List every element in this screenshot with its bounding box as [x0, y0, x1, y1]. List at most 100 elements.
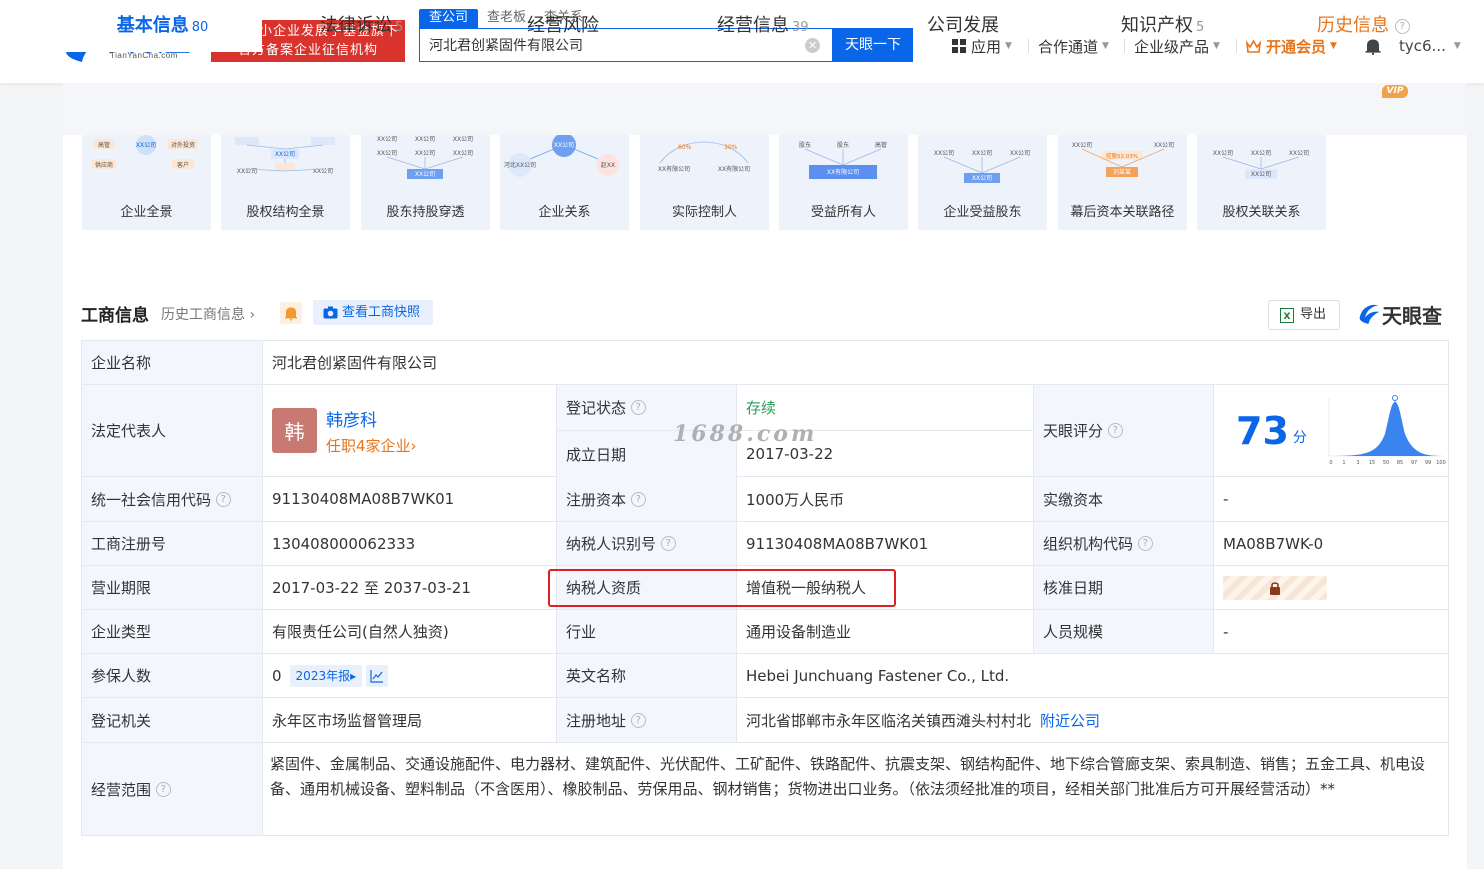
card8-text: 刘某某	[1113, 168, 1131, 176]
score-distribution-chart: 0 1 3 15 50 85 97 99 100	[1328, 394, 1446, 466]
score-tick: 1	[1342, 460, 1345, 466]
value-paid-capital: -	[1213, 477, 1448, 521]
help-icon[interactable]: ?	[215, 491, 231, 507]
card3-text: XX公司	[415, 171, 435, 178]
beneficiary-diagram-icon: 股东 股东 高管 XX有限公司	[799, 141, 887, 179]
tab-ip[interactable]: 知识产权 5	[1121, 0, 1204, 52]
history-link[interactable]: 历史工商信息 ›	[161, 304, 255, 324]
tab-label: 公司发展	[927, 15, 999, 36]
help-icon[interactable]: ?	[630, 491, 646, 507]
label-reg-capital-text: 注册资本	[566, 490, 627, 509]
help-icon[interactable]: ?	[1107, 423, 1123, 438]
score-tick: 85	[1397, 460, 1403, 466]
value-insured: 0	[272, 666, 282, 685]
help-icon[interactable]: ?	[155, 781, 171, 797]
label-authority: 登记机关	[82, 698, 262, 742]
legal-rep-jobs-link[interactable]: 任职4家企业›	[326, 435, 417, 456]
score-unit: 分	[1292, 429, 1307, 446]
legal-rep-name[interactable]: 韩彦科	[326, 406, 417, 431]
caret-right-icon: ▸	[350, 668, 357, 683]
equity-structure-diagram-icon: XX公司 XX公司 XX公司	[235, 137, 335, 175]
excel-icon: X	[1280, 308, 1294, 323]
label-type: 企业类型	[82, 610, 262, 653]
annual-report-label: 2023年报	[295, 668, 351, 683]
search-tab-company[interactable]: 查公司	[419, 9, 479, 29]
table-row: 企业类型 有限责任公司(自然人独资) 行业 通用设备制造业 人员规模 -	[82, 610, 1448, 654]
card-label: 股东持股穿透	[386, 205, 465, 220]
vip-badge: VIP	[1382, 85, 1408, 98]
score-value: 73	[1236, 408, 1289, 453]
chevron-down-icon: ▼	[1102, 41, 1109, 51]
card-capital-path[interactable]: XX公司 XX公司 控股52.03% 刘某某 幕后资本关联路径	[1058, 135, 1187, 230]
nav-channel[interactable]: 合作通道 ▼	[1038, 35, 1109, 57]
tab-basic-info[interactable]: 基本信息 80	[63, 0, 262, 52]
history-link-label: 历史工商信息	[161, 307, 245, 323]
value-reg-capital: 1000万人民币	[736, 477, 1033, 521]
card-panorama[interactable]: 高管 XX公司 对外投资 供应商 客户 企业全景	[82, 135, 211, 230]
value-scope: 紧固件、金属制品、交通设施配件、电力器材、建筑配件、光伏配件、工矿配件、铁路配件…	[270, 755, 1426, 798]
snapshot-button[interactable]: 查看工商快照	[313, 300, 433, 325]
shareholding-diagram-icon: XX公司 XX公司 XX公司 XX公司 XX公司 XX公司 XX公司	[377, 136, 473, 179]
chevron-down-icon: ▼	[1213, 41, 1220, 51]
value-type: 有限责任公司(自然人独资)	[262, 610, 556, 653]
value-term: 2017-03-22 至 2037-03-21	[262, 566, 556, 609]
section-title: 工商信息	[81, 306, 149, 326]
tab-development[interactable]: 公司发展	[927, 0, 999, 52]
tab-operation[interactable]: 经营信息 39	[717, 0, 809, 52]
lock-icon	[1270, 581, 1280, 595]
brand-text: 天眼查	[1382, 304, 1442, 328]
label-address: 注册地址 ?	[556, 698, 736, 742]
card-label: 股权关联关系	[1222, 205, 1301, 220]
card-controller[interactable]: 60% 30% XX有限公司 XX有限公司 实际控制人	[640, 135, 769, 230]
label-reg-capital: 注册资本 ?	[556, 477, 736, 521]
value-authority: 永年区市场监督管理局	[262, 698, 556, 742]
card9-text: XX公司	[1213, 150, 1233, 157]
beneficial-shareholder-diagram-icon: XX公司 XX公司 XX公司 XX公司	[934, 150, 1030, 183]
export-button[interactable]: X 导出	[1268, 300, 1340, 330]
card-equity-structure[interactable]: XX公司 XX公司 XX公司 股权结构全景	[221, 135, 350, 230]
score-tick: 50	[1383, 460, 1389, 466]
card3-text: XX公司	[453, 150, 473, 157]
tab-history[interactable]: 历史信息 ?	[1317, 0, 1410, 52]
help-icon[interactable]: ?	[630, 400, 646, 415]
avatar[interactable]: 韩	[272, 408, 317, 453]
locked-value[interactable]	[1223, 575, 1327, 600]
score-tick: 99	[1425, 460, 1431, 466]
tab-label: 经营风险	[527, 15, 599, 36]
label-company-name: 企业名称	[82, 341, 262, 384]
table-row: 企业名称 河北君创紧固件有限公司	[82, 341, 1448, 385]
help-icon[interactable]: ?	[1137, 536, 1153, 551]
card6-text: 股东	[837, 141, 849, 149]
card5-text: 60%	[678, 144, 692, 151]
value-credit-code: 91130408MA08B7WK01	[262, 477, 556, 521]
monitor-bell-button[interactable]	[280, 302, 302, 324]
card-equity-relation[interactable]: XX公司 XX公司 XX公司 XX公司 股权关联关系	[1197, 135, 1326, 230]
tab-label: 历史信息	[1317, 15, 1389, 36]
label-scope-text: 经营范围	[91, 780, 152, 799]
search-button[interactable]: 天眼一下	[833, 28, 913, 62]
card6-text: 高管	[875, 141, 887, 149]
value-en-name: Hebei Junchuang Fastener Co., Ltd.	[736, 654, 1448, 697]
card-beneficiary[interactable]: 股东 股东 高管 XX有限公司 受益所有人	[779, 135, 908, 230]
nearby-companies-link[interactable]: 附近公司	[1040, 710, 1100, 731]
trend-chart-button[interactable]	[366, 664, 389, 687]
panorama-diagram-icon: 高管 XX公司 对外投资 供应商 客户	[92, 135, 198, 169]
tab-label: 基本信息	[116, 15, 189, 36]
card-beneficial-shareholder[interactable]: XX公司 XX公司 XX公司 XX公司 企业受益股东	[918, 135, 1047, 230]
crown-icon	[1246, 39, 1261, 53]
help-icon[interactable]: ?	[630, 712, 646, 728]
tab-legal[interactable]: 法律诉讼 5	[320, 0, 403, 52]
annual-report-button[interactable]: 2023年报▸	[289, 664, 363, 687]
tab-risk[interactable]: 经营风险	[527, 0, 599, 52]
label-en-name: 英文名称	[556, 654, 736, 697]
relationship-diagram-icon: XX公司 河北XX公司 赵XX	[504, 135, 619, 177]
card-relationship[interactable]: XX公司 河北XX公司 赵XX 企业关系	[500, 135, 629, 230]
help-icon: ?	[1394, 18, 1410, 34]
table-row: 登记机关 永年区市场监督管理局 注册地址 ? 河北省邯郸市永年区临洺关镇西滩头村…	[82, 698, 1448, 743]
card-shareholding[interactable]: XX公司 XX公司 XX公司 XX公司 XX公司 XX公司 XX公司 股东持股穿…	[361, 135, 490, 230]
help-icon[interactable]: ?	[660, 536, 676, 551]
card3-text: XX公司	[377, 136, 397, 143]
tab-label: 经营信息	[717, 15, 789, 36]
table-row: 参保人数 0 2023年报▸ 英文名称 Hebei Junchuang Fast…	[82, 654, 1448, 698]
legal-rep-cell: 韩 韩彦科 任职4家企业›	[262, 385, 556, 476]
